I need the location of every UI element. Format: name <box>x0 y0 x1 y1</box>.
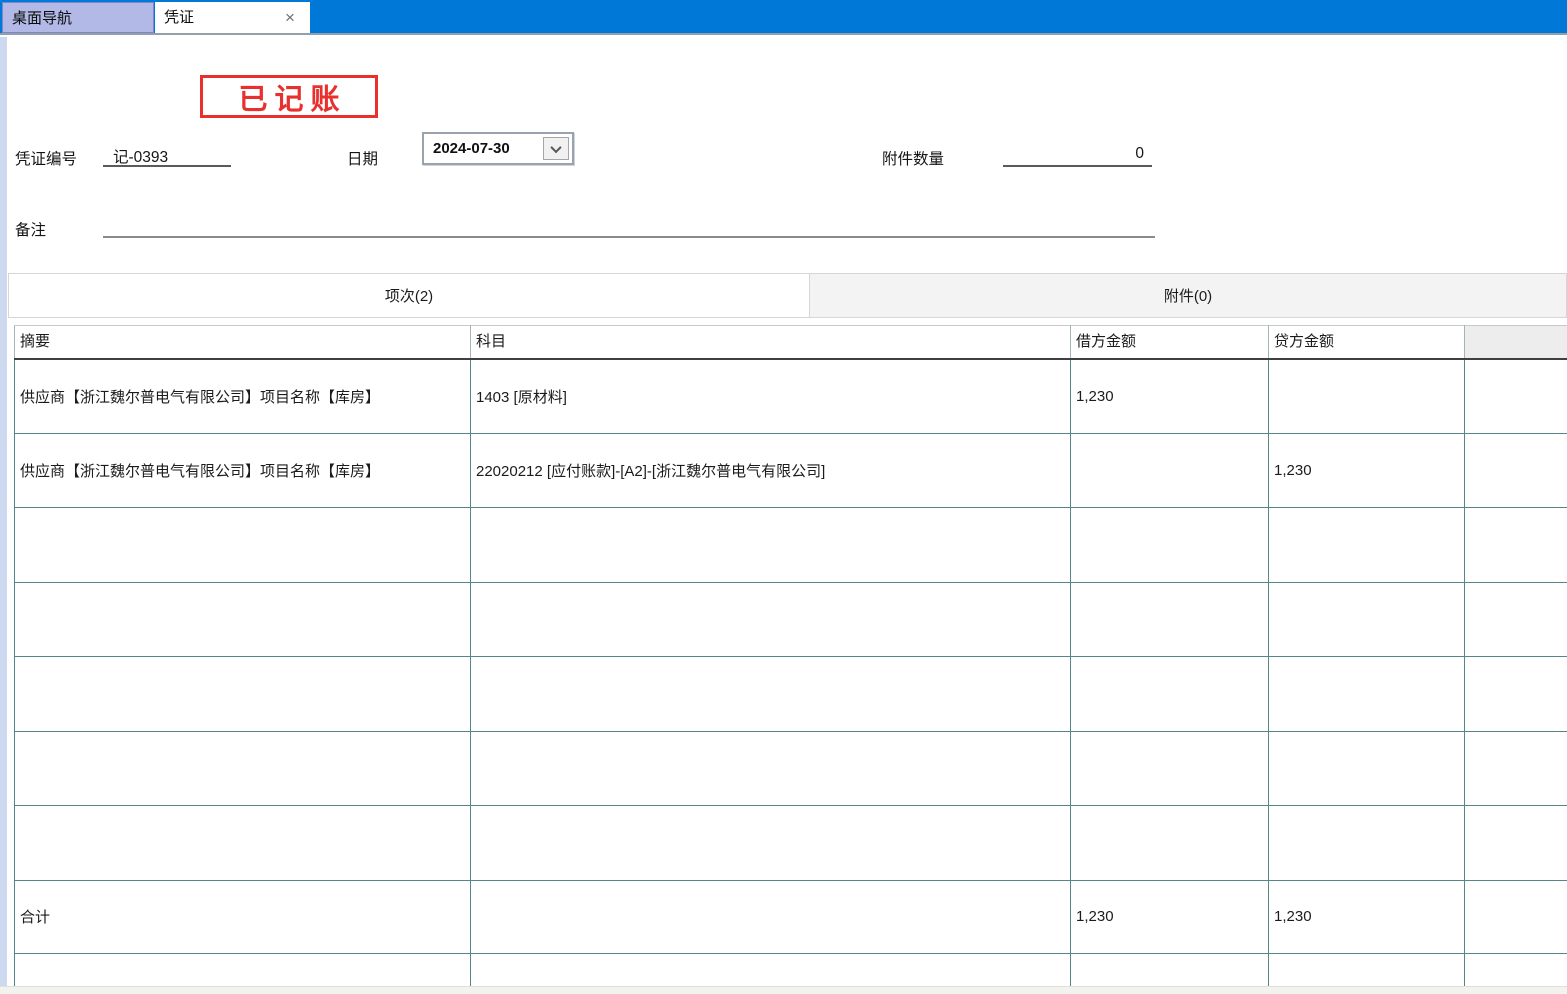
account-cell[interactable] <box>471 508 1071 583</box>
attachment-count-label: 附件数量 <box>882 147 944 169</box>
total-extra-cell <box>1465 880 1567 953</box>
debit-cell[interactable] <box>1071 806 1269 881</box>
summary-cell[interactable] <box>15 731 471 806</box>
tab-attachments-label: 附件(0) <box>1164 285 1212 306</box>
account-cell[interactable] <box>471 953 1071 987</box>
credit-cell[interactable] <box>1269 731 1465 806</box>
debit-cell[interactable] <box>1071 508 1269 583</box>
row-extra-cell[interactable] <box>1465 433 1567 508</box>
voucher-no-field[interactable] <box>103 146 231 167</box>
table-row <box>15 508 1567 583</box>
close-icon[interactable]: × <box>280 2 300 33</box>
summary-cell[interactable] <box>15 953 471 987</box>
total-row: 合计 1,230 1,230 <box>15 880 1567 953</box>
total-label-cell: 合计 <box>15 880 471 953</box>
voucher-no-label: 凭证编号 <box>15 147 77 169</box>
table-row <box>15 582 1567 657</box>
total-debit-cell: 1,230 <box>1071 880 1269 953</box>
posted-stamp: 已记账 <box>200 75 378 118</box>
account-cell[interactable] <box>471 731 1071 806</box>
row-extra-cell[interactable] <box>1465 508 1567 583</box>
titlebar: 桌面导航 凭证 × <box>0 0 1567 35</box>
account-cell[interactable] <box>471 657 1071 732</box>
section-tab-bar: 项次(2) 附件(0) <box>8 273 1567 318</box>
remarks-field[interactable] <box>103 217 1155 238</box>
account-cell[interactable]: 1403 [原材料] <box>471 359 1071 434</box>
voucher-table-body: 供应商【浙江魏尔普电气有限公司】项目名称【库房】1403 [原材料]1,230供… <box>15 359 1567 881</box>
window-left-edge <box>0 37 7 994</box>
account-column-header: 科目 <box>471 326 1071 359</box>
table-row <box>15 731 1567 806</box>
date-label: 日期 <box>347 147 378 169</box>
remarks-label: 备注 <box>15 218 46 240</box>
debit-cell[interactable] <box>1071 657 1269 732</box>
summary-cell[interactable] <box>15 508 471 583</box>
table-row: 供应商【浙江魏尔普电气有限公司】项目名称【库房】1403 [原材料]1,230 <box>15 359 1567 434</box>
trailing-row <box>15 953 1567 987</box>
summary-cell[interactable] <box>15 806 471 881</box>
summary-cell[interactable] <box>15 657 471 732</box>
total-account-cell <box>471 880 1071 953</box>
voucher-table: 摘要 科目 借方金额 贷方金额 供应商【浙江魏尔普电气有限公司】项目名称【库房】… <box>14 325 1567 988</box>
credit-column-header: 贷方金额 <box>1269 326 1465 359</box>
credit-cell[interactable] <box>1269 657 1465 732</box>
tab-line-items-label: 项次(2) <box>385 285 433 306</box>
row-extra-cell[interactable] <box>1465 806 1567 881</box>
summary-cell[interactable]: 供应商【浙江魏尔普电气有限公司】项目名称【库房】 <box>15 359 471 434</box>
summary-column-header: 摘要 <box>15 326 471 359</box>
debit-cell[interactable] <box>1071 953 1269 987</box>
table-row <box>15 806 1567 881</box>
credit-cell[interactable] <box>1269 582 1465 657</box>
credit-cell[interactable] <box>1269 508 1465 583</box>
tab-voucher[interactable]: 凭证 × <box>155 2 310 33</box>
tab-desktop-navigation-label: 桌面导航 <box>12 10 72 27</box>
row-extra-cell[interactable] <box>1465 359 1567 434</box>
date-picker-value: 2024-07-30 <box>433 134 510 163</box>
tab-attachments[interactable]: 附件(0) <box>810 273 1567 318</box>
attachment-count-field[interactable] <box>1003 146 1152 167</box>
date-picker[interactable]: 2024-07-30 <box>422 132 574 165</box>
posted-stamp-label: 已记账 <box>231 76 346 118</box>
summary-cell[interactable]: 供应商【浙江魏尔普电气有限公司】项目名称【库房】 <box>15 433 471 508</box>
row-extra-cell[interactable] <box>1465 657 1567 732</box>
tab-voucher-label: 凭证 <box>164 9 194 26</box>
tab-desktop-navigation[interactable]: 桌面导航 <box>2 2 154 33</box>
table-row <box>15 657 1567 732</box>
extra-column-header <box>1465 326 1567 359</box>
voucher-table-footer: 合计 1,230 1,230 <box>15 880 1567 987</box>
debit-cell[interactable]: 1,230 <box>1071 359 1269 434</box>
row-extra-cell[interactable] <box>1465 953 1567 987</box>
debit-cell[interactable] <box>1071 433 1269 508</box>
credit-cell[interactable]: 1,230 <box>1269 433 1465 508</box>
debit-cell[interactable] <box>1071 731 1269 806</box>
total-credit-cell: 1,230 <box>1269 880 1465 953</box>
tab-line-items[interactable]: 项次(2) <box>8 273 810 318</box>
account-cell[interactable] <box>471 806 1071 881</box>
debit-column-header: 借方金额 <box>1071 326 1269 359</box>
credit-cell[interactable] <box>1269 359 1465 434</box>
row-extra-cell[interactable] <box>1465 582 1567 657</box>
date-dropdown-button[interactable] <box>543 137 569 160</box>
app-window: 桌面导航 凭证 × 已记账 凭证编号 记-0393 日期 2024-07-30 … <box>0 0 1567 994</box>
credit-cell[interactable] <box>1269 806 1465 881</box>
table-row: 供应商【浙江魏尔普电气有限公司】项目名称【库房】22020212 [应付账款]-… <box>15 433 1567 508</box>
account-cell[interactable]: 22020212 [应付账款]-[A2]-[浙江魏尔普电气有限公司] <box>471 433 1071 508</box>
voucher-table-header: 摘要 科目 借方金额 贷方金额 <box>15 326 1567 359</box>
summary-cell[interactable] <box>15 582 471 657</box>
credit-cell[interactable] <box>1269 953 1465 987</box>
account-cell[interactable] <box>471 582 1071 657</box>
bottom-edge-strip <box>0 986 1567 994</box>
row-extra-cell[interactable] <box>1465 731 1567 806</box>
debit-cell[interactable] <box>1071 582 1269 657</box>
chevron-down-icon <box>550 141 561 152</box>
